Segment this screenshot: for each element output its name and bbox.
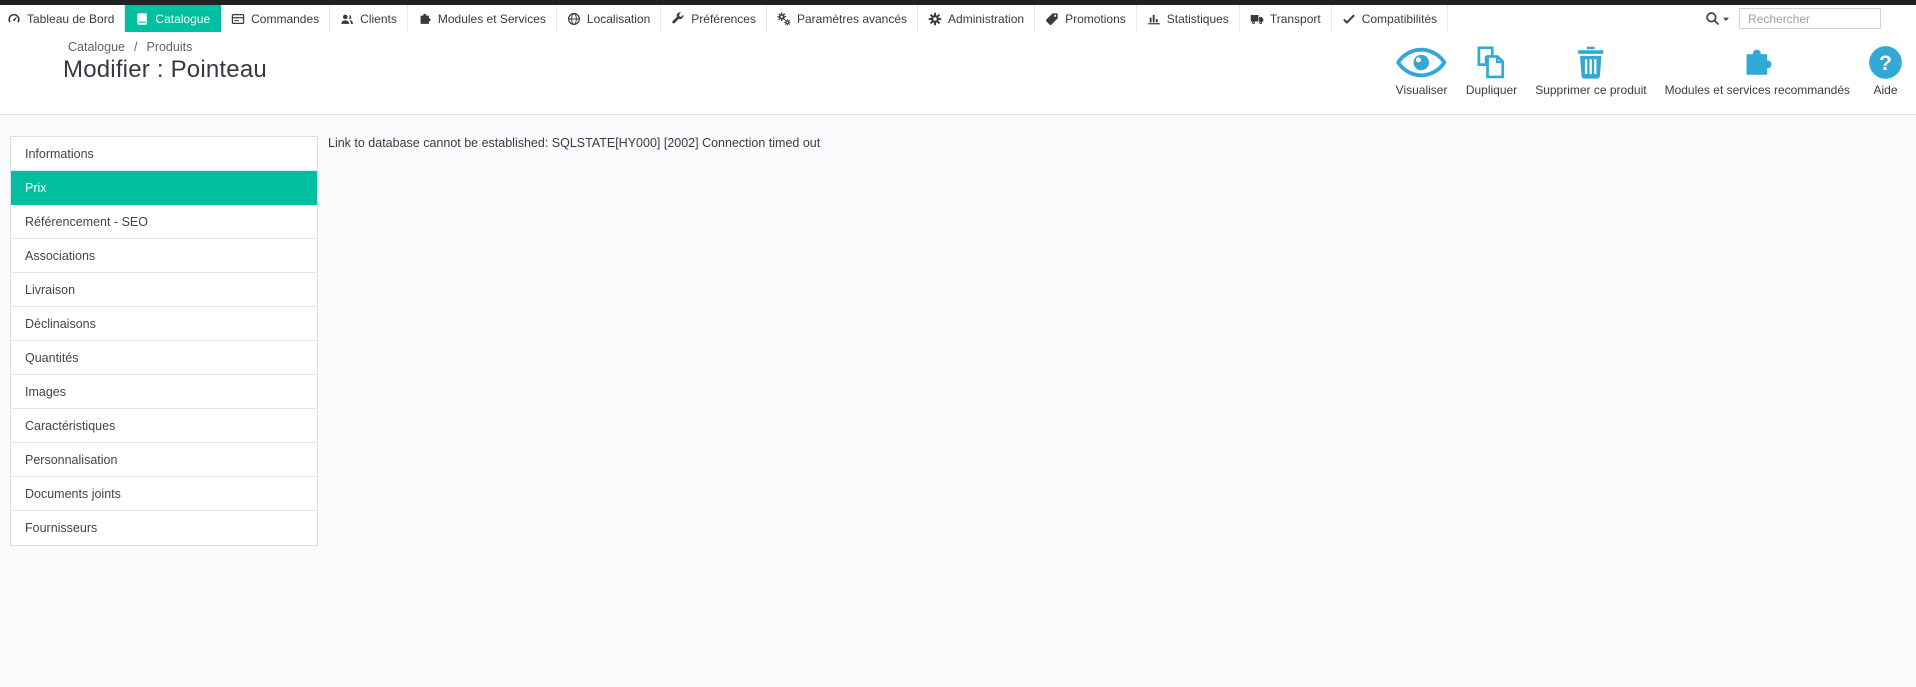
modules-recommandes-button[interactable]: Modules et services recommandés: [1656, 45, 1859, 97]
nav-item-label: Commandes: [251, 11, 320, 26]
stats-icon: [1147, 12, 1161, 26]
nav-item-label: Statistiques: [1166, 11, 1229, 26]
nav-item-label: Modules et Services: [437, 11, 546, 26]
supprimer-produit-button[interactable]: Supprimer ce produit: [1526, 45, 1655, 97]
tab-images[interactable]: Images: [11, 375, 317, 409]
truck-icon: [1250, 12, 1264, 26]
breadcrumb-separator: /: [134, 40, 138, 54]
nav-item-compatibilites[interactable]: Compatibilités: [1332, 5, 1449, 32]
tab-label: Personnalisation: [25, 452, 118, 467]
caret-down-icon: [1722, 15, 1730, 23]
svg-text:?: ?: [1879, 52, 1892, 75]
nav-item-clients[interactable]: Clients: [330, 5, 408, 32]
tab-label: Caractéristiques: [25, 418, 116, 433]
tab-prix[interactable]: Prix: [11, 171, 317, 205]
tab-livraison[interactable]: Livraison: [11, 273, 317, 307]
content-area: Informations Prix Référencement - SEO As…: [0, 115, 1916, 687]
database-error-message: Link to database cannot be established: …: [328, 136, 821, 150]
tab-label: Quantités: [25, 350, 79, 365]
page-header: Catalogue / Produits Modifier : Pointeau…: [0, 32, 1916, 115]
trash-icon: [1576, 45, 1605, 80]
tab-label: Informations: [25, 146, 94, 161]
duplicate-icon: [1474, 45, 1509, 80]
nav-item-label: Promotions: [1065, 11, 1126, 26]
nav-item-label: Transport: [1269, 11, 1321, 26]
search-input[interactable]: [1739, 8, 1881, 29]
tab-declinaisons[interactable]: Déclinaisons: [11, 307, 317, 341]
gears-icon: [777, 11, 791, 26]
nav-item-label: Préférences: [691, 11, 756, 26]
nav-item-label: Paramètres avancés: [796, 11, 908, 26]
nav-item-label: Localisation: [586, 11, 651, 26]
nav-item-tableau-de-bord[interactable]: Tableau de Bord: [0, 5, 126, 32]
tab-label: Images: [25, 384, 66, 399]
action-label: Aide: [1873, 83, 1898, 97]
breadcrumb: Catalogue / Produits: [68, 40, 192, 54]
action-label: Visualiser: [1395, 83, 1448, 97]
nav-item-commandes[interactable]: Commandes: [221, 5, 331, 32]
tab-label: Documents joints: [25, 486, 121, 501]
puzzle-icon: [1740, 45, 1775, 80]
aide-button[interactable]: ? Aide: [1859, 45, 1912, 97]
help-icon: ?: [1868, 45, 1903, 80]
modules-icon: [418, 12, 432, 26]
nav-item-preferences[interactable]: Préférences: [661, 5, 767, 32]
nav-item-label: Administration: [948, 11, 1025, 26]
tab-label: Déclinaisons: [25, 316, 96, 331]
tab-informations[interactable]: Informations: [11, 137, 317, 171]
action-label: Modules et services recommandés: [1664, 83, 1850, 97]
tab-label: Prix: [25, 180, 47, 195]
tab-label: Fournisseurs: [25, 521, 98, 535]
tab-documents-joints[interactable]: Documents joints: [11, 477, 317, 511]
main-menu-bar: Tableau de Bord Catalogue Commandes Clie…: [0, 5, 1916, 32]
product-tab-list: Informations Prix Référencement - SEO As…: [10, 136, 318, 546]
customers-icon: [340, 12, 354, 26]
nav-item-promotions[interactable]: Promotions: [1035, 5, 1137, 32]
breadcrumb-produits[interactable]: Produits: [146, 40, 192, 54]
dupliquer-button[interactable]: Dupliquer: [1457, 45, 1526, 97]
action-label: Supprimer ce produit: [1535, 83, 1647, 97]
tab-label: Livraison: [25, 282, 76, 297]
tab-label: Associations: [25, 248, 96, 263]
page-title: Modifier : Pointeau: [63, 56, 267, 83]
tab-personnalisation[interactable]: Personnalisation: [11, 443, 317, 477]
action-label: Dupliquer: [1465, 83, 1518, 97]
tab-caracteristiques[interactable]: Caractéristiques: [11, 409, 317, 443]
check-icon: [1342, 12, 1356, 26]
nav-item-transport[interactable]: Transport: [1240, 5, 1332, 32]
tab-label: Référencement - SEO: [25, 214, 148, 229]
search-icon: [1705, 11, 1720, 26]
search-scope-button[interactable]: [1705, 11, 1730, 26]
header-actions: Visualiser Dupliquer Supprimer ce produi…: [1386, 45, 1912, 97]
tab-fournisseurs[interactable]: Fournisseurs: [11, 511, 317, 545]
tab-referencement-seo[interactable]: Référencement - SEO: [11, 205, 317, 239]
nav-item-label: Catalogue: [155, 11, 211, 26]
nav-item-statistiques[interactable]: Statistiques: [1137, 5, 1240, 32]
book-icon: [135, 12, 149, 26]
nav-item-administration[interactable]: Administration: [918, 5, 1036, 32]
nav-item-catalogue[interactable]: Catalogue: [125, 5, 222, 32]
globe-icon: [567, 12, 581, 26]
dashboard-icon: [7, 12, 21, 26]
eye-icon: [1395, 45, 1448, 80]
tab-quantites[interactable]: Quantités: [11, 341, 317, 375]
nav-item-label: Compatibilités: [1361, 11, 1438, 26]
nav-item-label: Clients: [360, 11, 397, 26]
search-area: [1705, 5, 1881, 32]
tag-icon: [1045, 12, 1059, 26]
visualiser-button[interactable]: Visualiser: [1386, 45, 1457, 97]
nav-item-modules-et-services[interactable]: Modules et Services: [408, 5, 557, 32]
orders-icon: [231, 12, 245, 26]
tab-associations[interactable]: Associations: [11, 239, 317, 273]
gear-icon: [928, 12, 942, 26]
breadcrumb-catalogue[interactable]: Catalogue: [68, 40, 125, 54]
wrench-icon: [671, 11, 685, 26]
nav-item-label: Tableau de Bord: [27, 11, 115, 26]
nav-item-parametres-avances[interactable]: Paramètres avancés: [767, 5, 919, 32]
nav-item-localisation[interactable]: Localisation: [557, 5, 662, 32]
